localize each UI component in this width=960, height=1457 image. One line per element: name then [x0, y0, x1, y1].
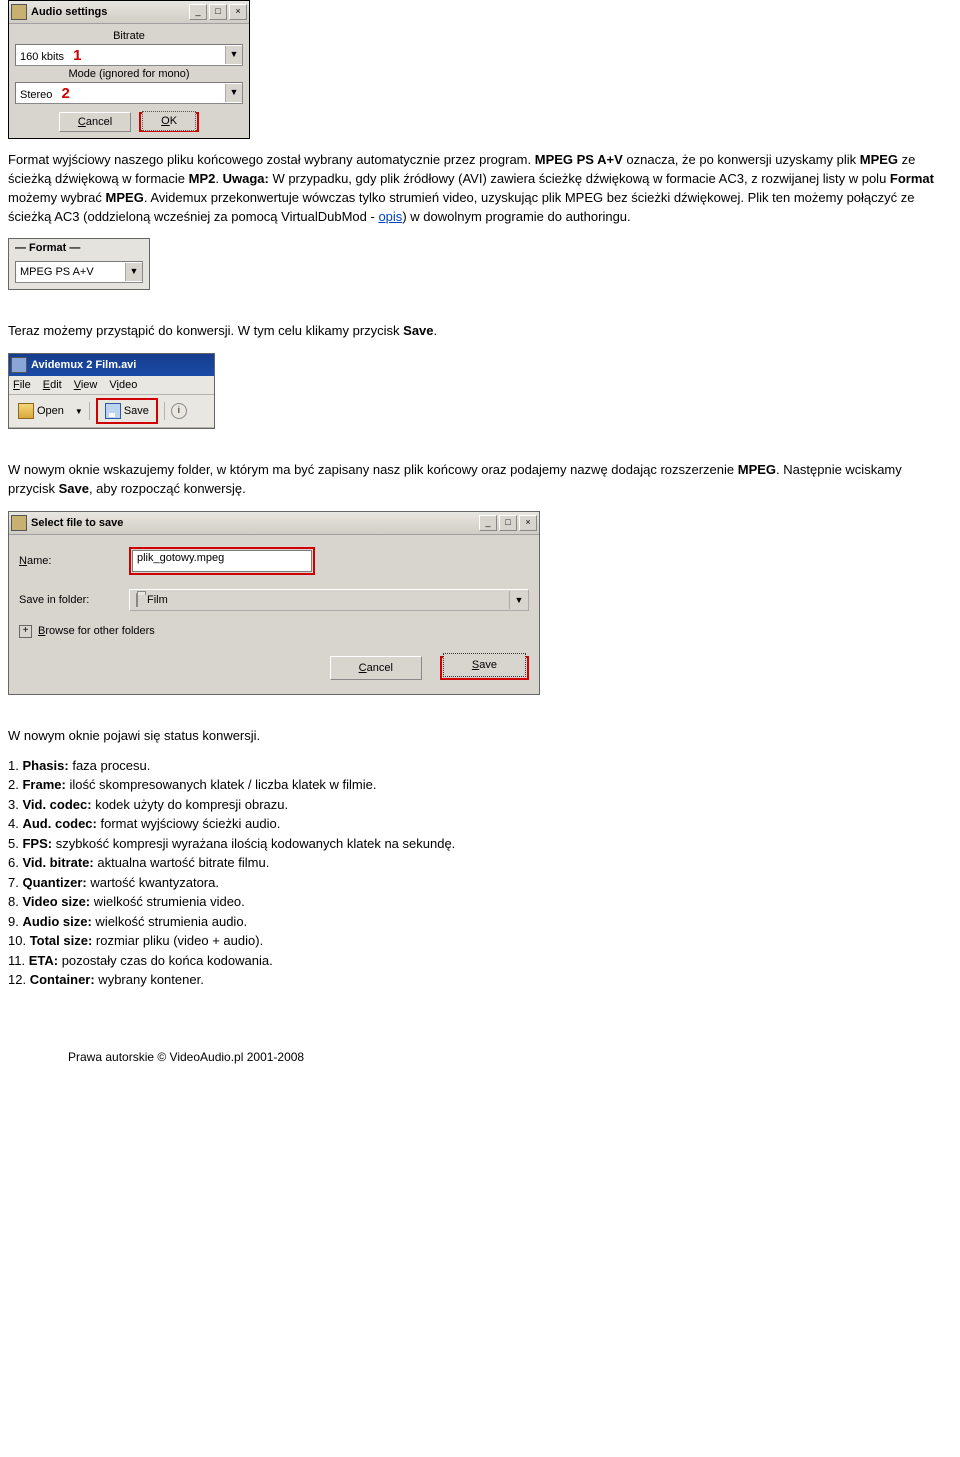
audio-settings-dialog: Audio settings _ □ × Bitrate 160 kbits 1…	[8, 0, 250, 139]
status-row: 8. Video size: wielkość strumienia video…	[8, 892, 952, 912]
status-row: 5. FPS: szybkość kompresji wyrażana iloś…	[8, 834, 952, 854]
save-button[interactable]: Save	[443, 653, 526, 677]
chevron-down-icon[interactable]: ▼	[509, 591, 528, 609]
status-row: 3. Vid. codec: kodek użyty do kompresji …	[8, 795, 952, 815]
titlebar: Audio settings _ □ ×	[9, 1, 249, 24]
menu-edit[interactable]: Edit	[43, 379, 62, 391]
folder-value: Film	[143, 590, 504, 610]
app-icon	[11, 357, 27, 373]
status-row: 2. Frame: ilość skompresowanych klatek /…	[8, 775, 952, 795]
folder-label: Save in folder:	[19, 594, 129, 606]
annotation-2: 2	[61, 85, 69, 102]
mode-dropdown[interactable]: Stereo 2 ▼	[15, 82, 243, 104]
name-input[interactable]: plik_gotowy.mpeg	[132, 550, 312, 572]
format-dropdown[interactable]: MPEG PS A+V ▼	[15, 261, 143, 283]
ok-highlight: OK	[139, 112, 199, 132]
separator	[89, 402, 90, 420]
status-row: 11. ETA: pozostały czas do końca kodowan…	[8, 951, 952, 971]
opis-link[interactable]: opis	[378, 209, 402, 224]
window-controls: _ □ ×	[189, 4, 247, 20]
bitrate-value: 160 kbits 1	[16, 45, 225, 66]
paragraph-save-dialog: W nowym oknie wskazujemy folder, w który…	[8, 461, 952, 499]
menu-file[interactable]: File	[13, 379, 31, 391]
bitrate-label: Bitrate	[15, 30, 243, 42]
save-highlight: Save	[96, 398, 158, 424]
save-button[interactable]: Save	[100, 400, 154, 422]
window-title: Avidemux 2 Film.avi	[31, 359, 136, 371]
bitrate-dropdown[interactable]: 160 kbits 1 ▼	[15, 44, 243, 66]
save-highlight: Save	[440, 656, 529, 680]
toolbar: Open ▼ Save i	[9, 395, 214, 428]
name-label: Name:	[19, 555, 129, 567]
disk-icon	[105, 403, 121, 419]
footer-copyright: Prawa autorskie © VideoAudio.pl 2001-200…	[8, 1050, 952, 1064]
info-icon[interactable]: i	[171, 403, 187, 419]
menu-view[interactable]: View	[74, 379, 98, 391]
chevron-down-icon[interactable]: ▼	[75, 407, 83, 416]
app-icon	[11, 515, 27, 531]
open-button[interactable]: Open	[13, 400, 69, 422]
select-file-dialog: Select file to save _ □ × Name: plik_got…	[8, 511, 540, 695]
maximize-button[interactable]: □	[209, 4, 227, 20]
folder-dropdown[interactable]: Film ▼	[129, 589, 529, 611]
titlebar: Select file to save _ □ ×	[9, 512, 539, 535]
close-button[interactable]: ×	[229, 4, 247, 20]
status-row: 10. Total size: rozmiar pliku (video + a…	[8, 931, 952, 951]
mode-value: Stereo 2	[16, 83, 225, 104]
close-button[interactable]: ×	[519, 515, 537, 531]
cancel-button[interactable]: Cancel	[330, 656, 422, 680]
status-row: 9. Audio size: wielkość strumienia audio…	[8, 912, 952, 932]
chevron-down-icon[interactable]: ▼	[225, 46, 242, 64]
paragraph-status-intro: W nowym oknie pojawi się status konwersj…	[8, 727, 952, 746]
plus-icon: +	[19, 625, 32, 638]
chevron-down-icon[interactable]: ▼	[125, 263, 142, 281]
menu-bar: File Edit View Video	[9, 376, 214, 395]
paragraph-save: Teraz możemy przystąpić do konwersji. W …	[8, 322, 952, 341]
mode-label: Mode (ignored for mono)	[15, 68, 243, 80]
app-icon	[11, 4, 27, 20]
format-value: MPEG PS A+V	[16, 264, 125, 280]
folder-icon	[18, 403, 34, 419]
status-row: 1. Phasis: faza procesu.	[8, 756, 952, 776]
status-row: 7. Quantizer: wartość kwantyzatora.	[8, 873, 952, 893]
window-title: Audio settings	[31, 6, 189, 18]
minimize-button[interactable]: _	[189, 4, 207, 20]
format-snippet: — Format — MPEG PS A+V ▼	[8, 238, 150, 290]
window-controls: _ □ ×	[479, 515, 537, 531]
folder-icon	[136, 593, 138, 607]
annotation-1: 1	[73, 47, 81, 64]
minimize-button[interactable]: _	[479, 515, 497, 531]
status-row: 4. Aud. codec: format wyjściowy ścieżki …	[8, 814, 952, 834]
maximize-button[interactable]: □	[499, 515, 517, 531]
separator	[164, 402, 165, 420]
format-heading: — Format —	[9, 239, 149, 257]
status-row: 12. Container: wybrany kontener.	[8, 970, 952, 990]
avidemux-toolbar: Avidemux 2 Film.avi File Edit View Video…	[8, 353, 215, 429]
cancel-button[interactable]: Cancel	[59, 112, 131, 132]
ok-button[interactable]: OK	[142, 111, 196, 131]
status-row: 6. Vid. bitrate: aktualna wartość bitrat…	[8, 853, 952, 873]
paragraph-format-output: Format wyjściowy naszego pliku końcowego…	[8, 151, 952, 226]
browse-expander[interactable]: + Browse for other folders	[19, 625, 529, 638]
chevron-down-icon[interactable]: ▼	[225, 84, 242, 102]
name-highlight: plik_gotowy.mpeg	[129, 547, 315, 575]
titlebar: Avidemux 2 Film.avi	[9, 354, 214, 376]
window-title: Select file to save	[31, 517, 479, 529]
status-list: 1. Phasis: faza procesu.2. Frame: ilość …	[8, 756, 952, 990]
menu-video[interactable]: Video	[109, 379, 137, 391]
